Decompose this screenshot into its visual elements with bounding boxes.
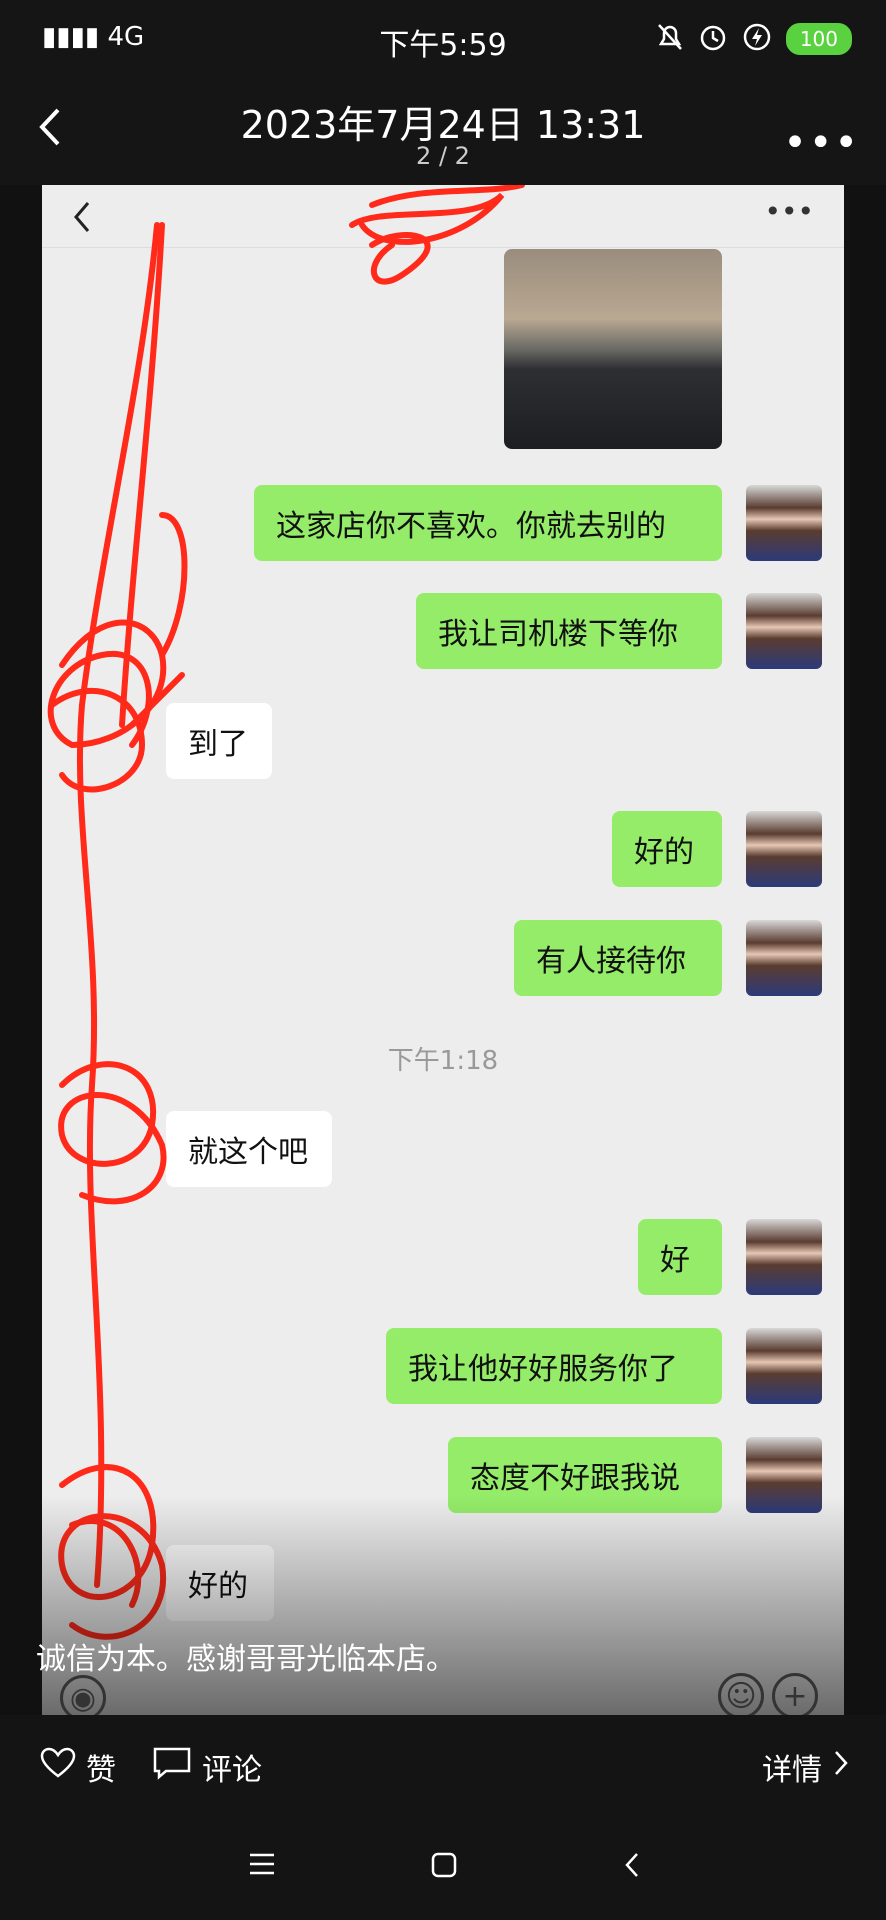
- system-navigation-bar: [0, 1815, 886, 1920]
- post-caption: 诚信为本。感谢哥哥光临本店。: [36, 1642, 456, 1677]
- page-title: 2023年7月24日 13:31: [240, 103, 646, 147]
- heart-icon: [40, 1747, 76, 1787]
- voice-input-icon: ◉: [60, 1675, 106, 1715]
- charging-icon: [742, 22, 772, 56]
- red-scribble-redaction: [47, 185, 525, 1640]
- menu-icon[interactable]: [248, 1851, 276, 1881]
- more-options-icon[interactable]: •••: [783, 120, 860, 166]
- comment-button[interactable]: 评论: [152, 1745, 262, 1789]
- battery-indicator: 100: [785, 23, 852, 55]
- page-indicator: 2 / 2: [416, 142, 470, 170]
- chevron-right-icon: [832, 1748, 850, 1786]
- like-label: 赞: [86, 1753, 116, 1788]
- comment-icon: [152, 1746, 192, 1788]
- comment-label: 评论: [202, 1753, 262, 1788]
- status-bar: ▮▮▮▮ 4G 下午5:59 100: [0, 0, 886, 80]
- top-bar: 2023年7月24日 13:31 2 / 2 •••: [0, 80, 886, 185]
- details-button[interactable]: 详情: [762, 1745, 850, 1789]
- like-button[interactable]: 赞: [40, 1745, 116, 1789]
- post-image[interactable]: ••• 这家店你不喜欢。你就去别的 我让司机楼下等你 到了 好的 有人接待你 下…: [42, 185, 844, 1715]
- plus-icon: +: [772, 1673, 818, 1715]
- mute-bell-icon: [656, 22, 684, 56]
- home-icon[interactable]: [430, 1851, 458, 1883]
- back-nav-icon[interactable]: [622, 1851, 642, 1883]
- emoji-icon: ☺: [718, 1673, 764, 1715]
- details-label: 详情: [762, 1753, 822, 1788]
- alarm-icon: [698, 22, 728, 56]
- action-bar: 赞 评论 详情: [0, 1715, 886, 1815]
